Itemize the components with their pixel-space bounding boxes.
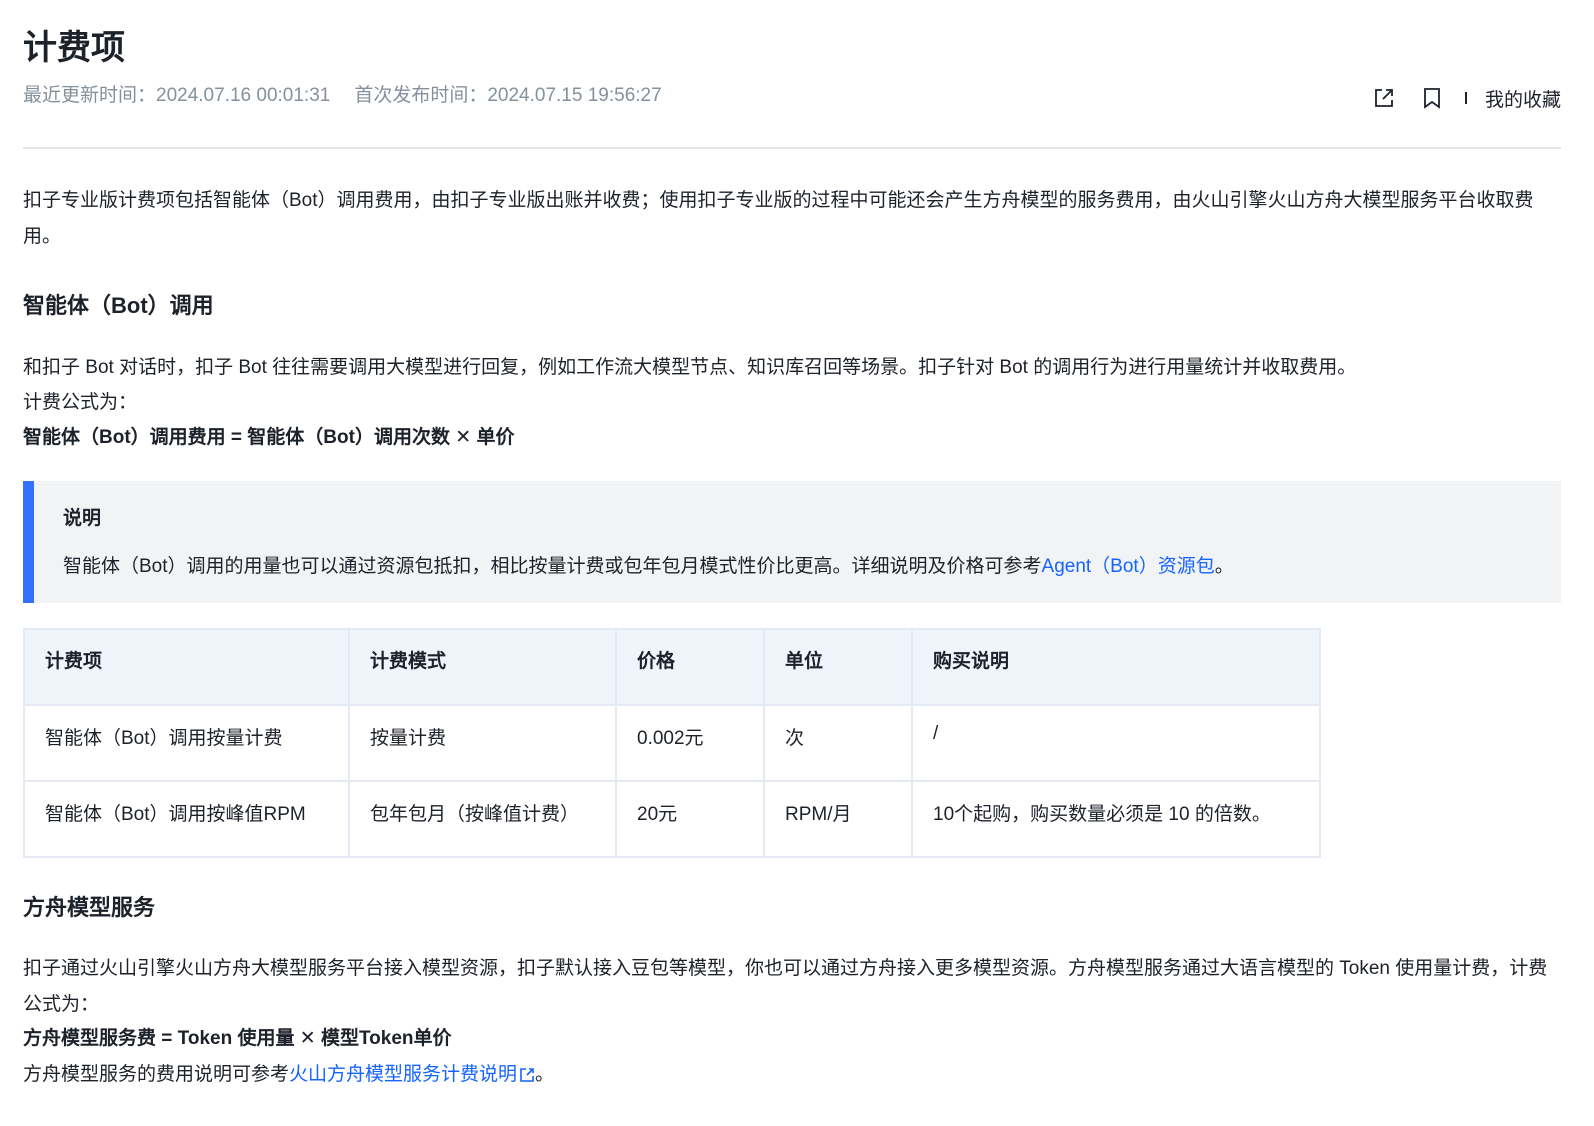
bookmark-icon[interactable] xyxy=(1419,85,1445,111)
table-header-cell: 单位 xyxy=(763,628,913,706)
bot-formula: 智能体（Bot）调用费用 = 智能体（Bot）调用次数 ✕ 单价 xyxy=(23,427,515,448)
table-cell: / xyxy=(911,704,1321,782)
table-cell: 智能体（Bot）调用按量计费 xyxy=(23,704,350,782)
table-header-row: 计费项 计费模式 价格 单位 购买说明 xyxy=(23,628,1321,706)
my-favorites-link[interactable]: 我的收藏 xyxy=(1485,85,1561,112)
page-actions: 我的收藏 xyxy=(1371,84,1561,112)
table-header-cell: 计费模式 xyxy=(348,628,617,706)
table-row: 智能体（Bot）调用按量计费 按量计费 0.002元 次 / xyxy=(23,704,1321,782)
ark-billing-link[interactable]: 火山方舟模型服务计费说明 xyxy=(289,1064,535,1085)
bot-resource-pack-link[interactable]: Agent（Bot）资源包 xyxy=(1042,556,1215,577)
bot-section-heading: 智能体（Bot）调用 xyxy=(23,293,214,318)
note-text: 智能体（Bot）调用的用量也可以通过资源包抵扣，相比按量计费或包年包月模式性价比… xyxy=(63,556,1042,577)
header-divider xyxy=(23,147,1561,149)
table-header-cell: 购买说明 xyxy=(911,628,1321,706)
table-cell: 包年包月（按峰值计费） xyxy=(348,780,617,858)
ark-description: 扣子通过火山引擎火山方舟大模型服务平台接入模型资源，扣子默认接入豆包等模型，你也… xyxy=(23,958,1548,1015)
external-link-icon xyxy=(519,1060,535,1096)
note-suffix: 。 xyxy=(1214,556,1234,577)
bot-formula-label: 计费公式为： xyxy=(23,392,138,413)
ark-reference: 方舟模型服务的费用说明可参考火山方舟模型服务计费说明。 xyxy=(23,1057,554,1096)
table-row: 智能体（Bot）调用按峰值RPM 包年包月（按峰值计费） 20元 RPM/月 1… xyxy=(23,780,1321,858)
page-title: 计费项 xyxy=(23,29,125,67)
bot-description: 和扣子 Bot 对话时，扣子 Bot 往往需要调用大模型进行回复，例如工作流大模… xyxy=(23,357,1357,378)
updated-time: 最近更新时间：2024.07.16 00:01:31 xyxy=(23,85,331,106)
ark-reference-text: 方舟模型服务的费用说明可参考 xyxy=(23,1064,290,1085)
billing-table: 计费项 计费模式 价格 单位 购买说明 智能体（Bot）调用按量计费 按量计费 … xyxy=(23,628,1321,858)
ark-billing-link-label: 火山方舟模型服务计费说明 xyxy=(289,1064,518,1085)
published-time: 首次发布时间：2024.07.15 19:56:27 xyxy=(354,85,662,106)
note-title: 说明 xyxy=(63,508,102,529)
ark-section-heading: 方舟模型服务 xyxy=(23,895,156,920)
table-cell: 0.002元 xyxy=(615,704,765,782)
actions-divider xyxy=(1464,92,1467,104)
ark-reference-suffix: 。 xyxy=(535,1064,555,1085)
table-cell: 智能体（Bot）调用按峰值RPM xyxy=(23,780,350,858)
table-cell: 次 xyxy=(763,704,913,782)
table-cell: 20元 xyxy=(615,780,765,858)
ark-formula: 方舟模型服务费 = Token 使用量 ✕ 模型Token单价 xyxy=(23,1028,452,1049)
table-cell: RPM/月 xyxy=(763,780,913,858)
page-meta: 最近更新时间：2024.07.16 00:01:31 首次发布时间：2024.07… xyxy=(23,83,662,109)
table-cell: 10个起购，购买数量必须是 10 的倍数。 xyxy=(911,780,1321,858)
intro-paragraph: 扣子专业版计费项包括智能体（Bot）调用费用，由扣子专业版出账并收费；使用扣子专… xyxy=(23,190,1534,247)
table-header-cell: 价格 xyxy=(615,628,765,706)
external-share-icon[interactable] xyxy=(1371,85,1397,111)
note-body: 智能体（Bot）调用的用量也可以通过资源包抵扣，相比按量计费或包年包月模式性价比… xyxy=(63,549,1234,585)
table-cell: 按量计费 xyxy=(348,704,617,782)
table-header-cell: 计费项 xyxy=(23,628,350,706)
